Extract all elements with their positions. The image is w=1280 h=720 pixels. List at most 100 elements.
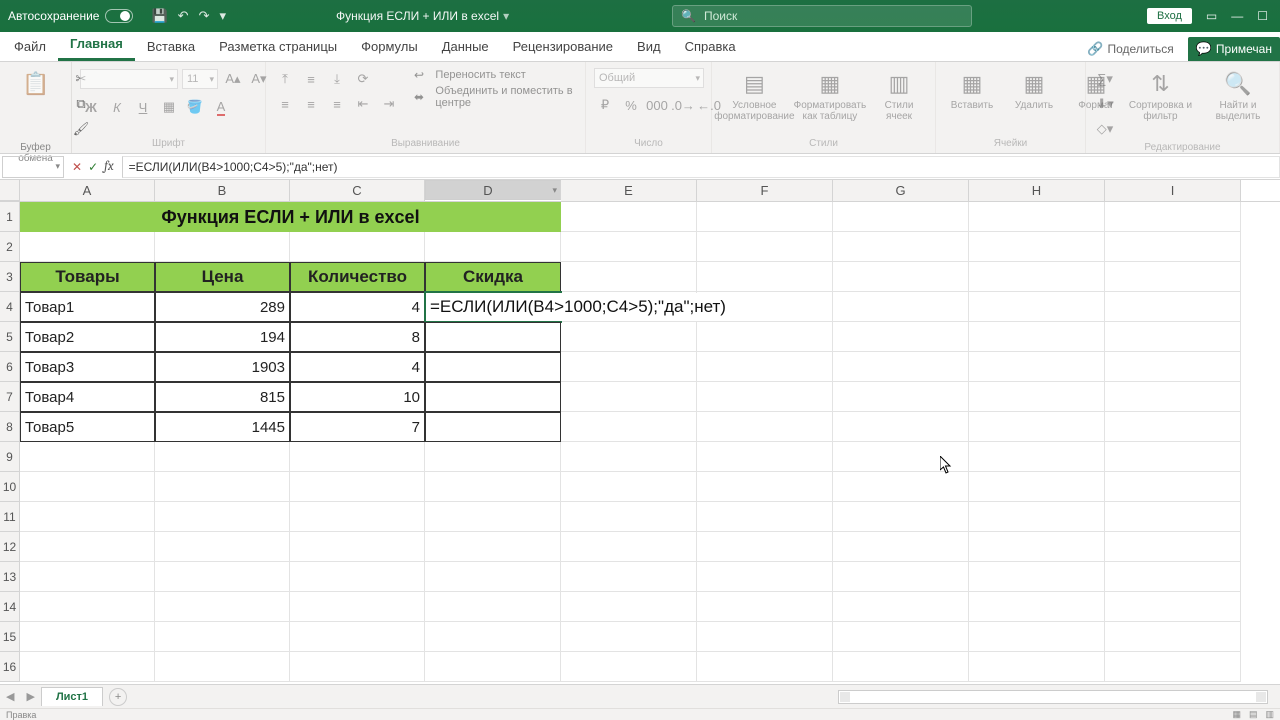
cell-styles-button[interactable]: ▥Стили ячеек xyxy=(871,68,927,124)
cell[interactable] xyxy=(833,262,969,292)
row-header-16[interactable]: 16 xyxy=(0,652,20,682)
cell[interactable] xyxy=(697,472,833,502)
align-center-icon[interactable]: ≡ xyxy=(300,93,322,115)
cell[interactable] xyxy=(833,322,969,352)
cell[interactable] xyxy=(833,442,969,472)
view-normal-icon[interactable]: ▦ xyxy=(1232,709,1241,720)
percent-icon[interactable]: % xyxy=(620,94,642,116)
cell[interactable] xyxy=(969,442,1105,472)
column-header-F[interactable]: F xyxy=(697,180,833,201)
font-size-select[interactable]: 11 xyxy=(182,69,218,89)
cell[interactable] xyxy=(561,532,697,562)
column-header-C[interactable]: C xyxy=(290,180,425,201)
cell[interactable] xyxy=(969,472,1105,502)
cell[interactable] xyxy=(290,532,425,562)
cell[interactable] xyxy=(561,562,697,592)
cell[interactable] xyxy=(290,442,425,472)
cell[interactable] xyxy=(969,622,1105,652)
cell[interactable] xyxy=(1105,352,1241,382)
cell[interactable] xyxy=(20,232,155,262)
cell[interactable] xyxy=(425,442,561,472)
column-header-B[interactable]: B xyxy=(155,180,290,201)
cell[interactable] xyxy=(697,322,833,352)
cell[interactable] xyxy=(561,322,697,352)
data-cell[interactable]: 8 xyxy=(290,322,425,352)
cell[interactable] xyxy=(561,382,697,412)
cell[interactable] xyxy=(969,202,1105,232)
cell[interactable] xyxy=(561,202,697,232)
save-icon[interactable]: 💾 xyxy=(151,8,167,24)
currency-icon[interactable]: ₽ xyxy=(594,94,616,116)
cell[interactable] xyxy=(290,592,425,622)
cell[interactable] xyxy=(290,502,425,532)
row-header-5[interactable]: 5 xyxy=(0,322,20,352)
cell[interactable] xyxy=(155,472,290,502)
cell[interactable] xyxy=(833,382,969,412)
cell[interactable] xyxy=(1105,232,1241,262)
cell[interactable] xyxy=(1105,202,1241,232)
cell[interactable] xyxy=(155,442,290,472)
fill-icon[interactable]: ⬇▾ xyxy=(1094,93,1116,115)
tab-help[interactable]: Справка xyxy=(673,33,748,61)
cell[interactable] xyxy=(1105,262,1241,292)
cell[interactable] xyxy=(1105,532,1241,562)
cell[interactable] xyxy=(1105,622,1241,652)
cell[interactable] xyxy=(20,562,155,592)
tab-insert[interactable]: Вставка xyxy=(135,33,207,61)
cell[interactable] xyxy=(1105,472,1241,502)
column-header-G[interactable]: G xyxy=(833,180,969,201)
formula-input[interactable]: =ЕСЛИ(ИЛИ(B4>1000;C4>5);"да";нет) xyxy=(122,156,1280,178)
cell[interactable] xyxy=(1105,412,1241,442)
italic-icon[interactable]: К xyxy=(106,96,128,118)
row-header-4[interactable]: 4 xyxy=(0,292,20,322)
conditional-formatting-button[interactable]: ▤Условное форматирование xyxy=(720,68,789,124)
cell[interactable] xyxy=(425,592,561,622)
merge-center-button[interactable]: ⬌ Объединить и поместить в центре xyxy=(414,85,577,109)
data-cell[interactable]: Товар4 xyxy=(20,382,155,412)
data-cell[interactable]: 4 xyxy=(290,292,425,322)
cell[interactable] xyxy=(697,532,833,562)
row-header-8[interactable]: 8 xyxy=(0,412,20,442)
row-header-15[interactable]: 15 xyxy=(0,622,20,652)
cell[interactable] xyxy=(561,352,697,382)
cell[interactable] xyxy=(561,652,697,682)
data-cell[interactable] xyxy=(425,382,561,412)
bold-icon[interactable]: Ж xyxy=(80,96,102,118)
data-cell[interactable]: 289 xyxy=(155,292,290,322)
data-cell[interactable] xyxy=(425,322,561,352)
redo-icon[interactable]: ↷ xyxy=(199,8,210,24)
cell[interactable] xyxy=(833,202,969,232)
fill-color-icon[interactable]: 🪣 xyxy=(184,96,206,118)
align-bottom-icon[interactable]: ⤓ xyxy=(326,68,348,90)
title-cell[interactable]: Функция ЕСЛИ + ИЛИ в excel xyxy=(20,202,561,232)
select-all-corner[interactable] xyxy=(0,180,20,201)
paste-button[interactable]: 📋 xyxy=(8,68,64,100)
cell[interactable] xyxy=(697,442,833,472)
cell[interactable] xyxy=(969,292,1105,322)
font-name-select[interactable] xyxy=(80,69,178,89)
row-header-12[interactable]: 12 xyxy=(0,532,20,562)
cell[interactable] xyxy=(1105,322,1241,352)
tab-formulas[interactable]: Формулы xyxy=(349,33,430,61)
comments-button[interactable]: 💬Примечан xyxy=(1188,37,1280,61)
row-header-13[interactable]: 13 xyxy=(0,562,20,592)
cell[interactable] xyxy=(1105,562,1241,592)
row-header-9[interactable]: 9 xyxy=(0,442,20,472)
cell[interactable] xyxy=(969,382,1105,412)
name-box[interactable] xyxy=(2,156,64,178)
cell[interactable] xyxy=(20,502,155,532)
font-color-icon[interactable]: A xyxy=(210,96,232,118)
orientation-icon[interactable]: ⟳ xyxy=(352,68,374,90)
column-header-A[interactable]: A xyxy=(20,180,155,201)
cell[interactable] xyxy=(155,562,290,592)
comma-icon[interactable]: 000 xyxy=(646,94,668,116)
sheet-nav-next[interactable]: ▶ xyxy=(20,690,40,703)
cell[interactable] xyxy=(969,532,1105,562)
cell[interactable] xyxy=(561,442,697,472)
cell[interactable] xyxy=(20,472,155,502)
search-input[interactable]: 🔍 Поиск xyxy=(672,5,972,27)
doc-dropdown-icon[interactable]: ▾ xyxy=(503,9,509,23)
cell[interactable] xyxy=(561,502,697,532)
cell[interactable] xyxy=(561,472,697,502)
data-cell[interactable]: Товар1 xyxy=(20,292,155,322)
